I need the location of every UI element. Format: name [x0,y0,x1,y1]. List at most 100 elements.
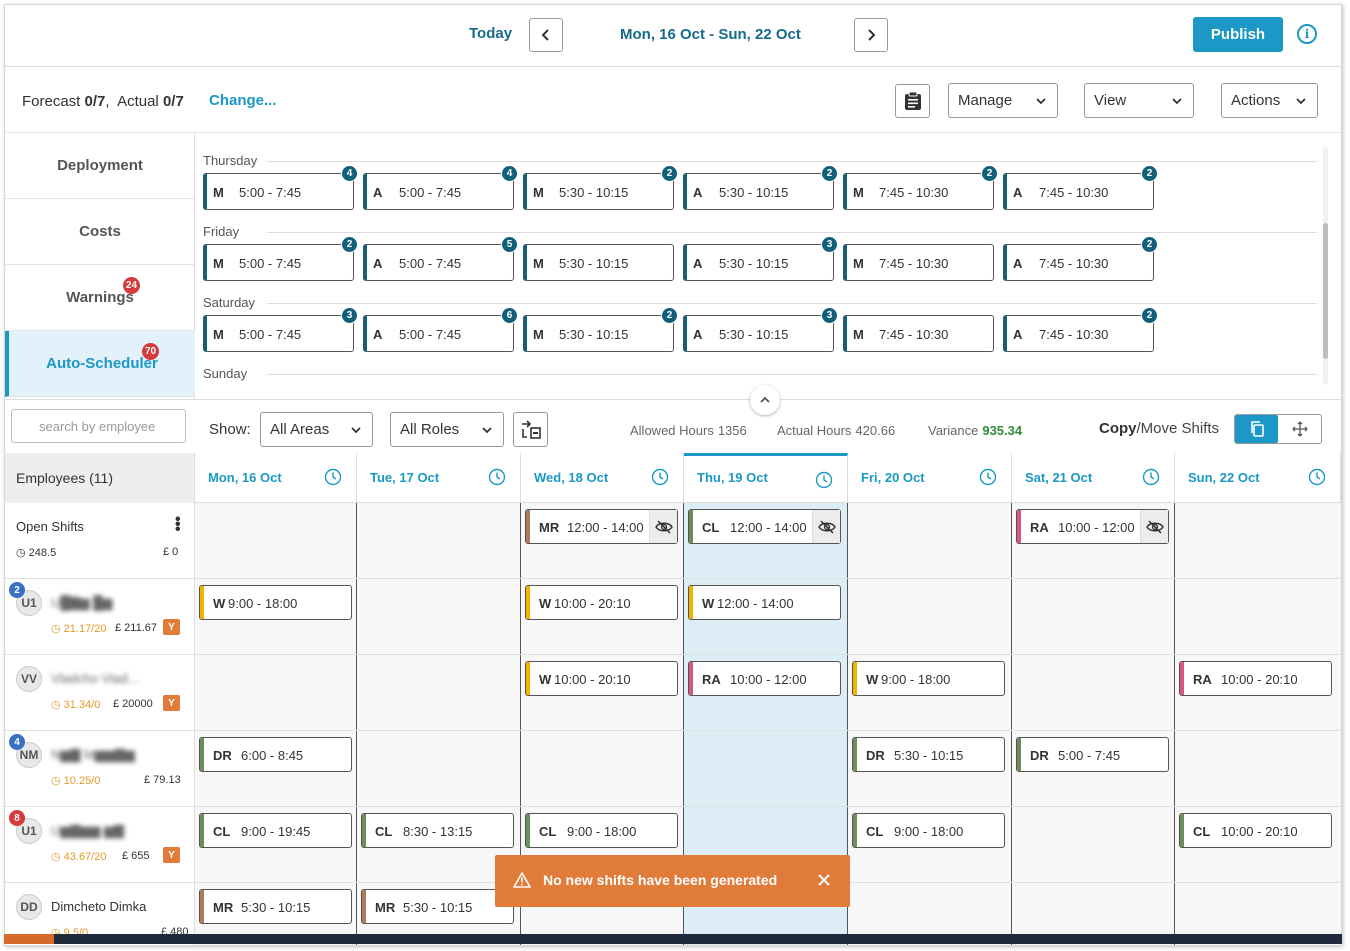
clock-icon[interactable] [488,468,506,486]
eye-off-icon[interactable] [1140,510,1168,543]
scheduler-day-divider [267,374,1317,375]
today-button[interactable]: Today [469,25,512,42]
demand-slot[interactable]: A 7:45 - 10:30 2 [1003,236,1158,281]
demand-slot[interactable]: M 5:00 - 7:45 2 [203,236,358,281]
actions-dropdown[interactable]: Actions [1221,83,1318,118]
employee-hours: ◷ 43.67/20 [51,850,106,863]
shift-card[interactable]: MR 5:30 - 10:15 [199,889,352,924]
day-header[interactable]: Sun, 22 Oct [1175,453,1341,503]
panel-scrollbar[interactable] [1323,147,1328,385]
shift-card[interactable]: W 9:00 - 18:00 [199,585,352,620]
nav-warnings[interactable]: Warnings 24 [5,265,195,331]
slot-role: A [693,185,703,200]
shift-card[interactable]: CL 9:00 - 19:45 [199,813,352,848]
swap-layout-icon [522,419,541,439]
shift-card[interactable]: RA 10:00 - 12:00 [1016,509,1169,544]
shift-card[interactable]: CL 12:00 - 14:00 [688,509,841,544]
clock-icon[interactable] [1308,468,1326,486]
clock-icon[interactable] [651,468,669,486]
employee-row[interactable]: VV Vladcho Vlad... ◷ 31.34/0 Y £ 20000 [5,655,195,731]
areas-select[interactable]: All Areas [260,412,373,447]
day-header[interactable]: Wed, 18 Oct [521,453,684,503]
shift-code: MR [539,520,560,535]
more-options-icon[interactable]: • • • [175,512,181,538]
demand-slot[interactable]: A 5:30 - 10:15 3 [683,236,838,281]
collapse-panel-button[interactable] [750,385,780,415]
demand-slot[interactable]: A 5:00 - 7:45 4 [363,165,518,210]
nav-deployment[interactable]: Deployment [5,133,195,199]
change-link[interactable]: Change... [209,92,277,109]
day-header[interactable]: Mon, 16 Oct [195,453,357,503]
clock-icon[interactable] [1142,468,1160,486]
forecast-value: 0/7 [84,93,106,110]
search-input[interactable]: search by employee [11,409,186,443]
hours-value: 10.25/0 [63,775,101,787]
shift-card[interactable]: MR 12:00 - 14:00 [525,509,678,544]
demand-slot[interactable]: M 5:30 - 10:15 [523,244,674,281]
demand-slot[interactable]: A 5:00 - 7:45 5 [363,236,518,281]
copy-move-toggle[interactable] [1234,414,1322,444]
shift-time: 12:00 - 14:00 [717,596,794,611]
demand-slot[interactable]: M 7:45 - 10:30 [843,244,994,281]
manage-dropdown[interactable]: Manage [948,83,1058,118]
demand-slot[interactable]: M 5:00 - 7:45 4 [203,165,358,210]
slot-time: 5:30 - 10:15 [719,256,789,271]
copy-mode-button[interactable] [1235,415,1278,443]
day-header[interactable]: Thu, 19 Oct [684,453,848,503]
demand-slot[interactable]: M 7:45 - 10:30 [843,315,994,352]
prev-week-button[interactable] [529,18,563,52]
employee-row[interactable]: U1 2 U█▇▆ █▆ ◷ 21.17/20 Y £ 211.67 [5,579,195,655]
shift-card[interactable]: DR 5:30 - 10:15 [852,737,1005,772]
shift-card[interactable]: CL 9:00 - 18:00 [852,813,1005,848]
clipboard-button[interactable] [895,84,930,118]
shift-card[interactable]: W 10:00 - 20:10 [525,661,678,696]
demand-slot[interactable]: M 5:30 - 10:15 2 [523,165,678,210]
clipboard-icon [904,91,921,110]
close-icon[interactable] [817,873,831,887]
nav-auto-scheduler[interactable]: Auto-Scheduler 70 [5,331,195,397]
shift-card[interactable]: CL 8:30 - 13:15 [361,813,514,848]
demand-slot[interactable]: M 7:45 - 10:30 2 [843,165,998,210]
shift-card[interactable]: DR 6:00 - 8:45 [199,737,352,772]
day-header[interactable]: Fri, 20 Oct [848,453,1012,503]
demand-slot[interactable]: M 5:30 - 10:15 2 [523,307,678,352]
shift-card[interactable]: CL 10:00 - 20:10 [1179,813,1332,848]
slot-count-badge: 4 [501,165,518,182]
eye-off-icon[interactable] [649,510,677,543]
shift-card[interactable]: RA 10:00 - 12:00 [688,661,841,696]
day-header[interactable]: Tue, 17 Oct [357,453,521,503]
shift-card[interactable]: DR 5:00 - 7:45 [1016,737,1169,772]
move-mode-button[interactable] [1278,415,1321,443]
shift-card[interactable]: MR 5:30 - 10:15 [361,889,514,924]
eye-off-icon[interactable] [812,510,840,543]
employee-row[interactable]: U1 8 U▆▇▆▆ ▆▇ ◷ 43.67/20 Y £ 655 [5,807,195,883]
demand-slot[interactable]: M 5:00 - 7:45 3 [203,307,358,352]
demand-slot[interactable]: A 5:30 - 10:15 2 [683,165,838,210]
slot-count-badge: 2 [661,307,678,324]
shift-card[interactable]: CL 9:00 - 18:00 [525,813,678,848]
info-icon[interactable]: i [1297,24,1317,44]
day-header[interactable]: Sat, 21 Oct [1012,453,1175,503]
actual-hours-value: 420.66 [855,423,896,438]
next-week-button[interactable] [854,18,888,52]
shift-card[interactable]: W 10:00 - 20:10 [525,585,678,620]
clock-icon[interactable] [324,468,342,486]
shift-card[interactable]: W 12:00 - 14:00 [688,585,841,620]
shift-card[interactable]: RA 10:00 - 20:10 [1179,661,1332,696]
open-shifts-row[interactable]: Open Shifts • • • ◷ 248.5 £ 0 [5,503,195,579]
demand-slot[interactable]: A 7:45 - 10:30 2 [1003,307,1158,352]
roles-select[interactable]: All Roles [390,412,504,447]
demand-slot[interactable]: A 7:45 - 10:30 2 [1003,165,1158,210]
shift-card[interactable]: W 9:00 - 18:00 [852,661,1005,696]
nav-costs[interactable]: Costs [5,199,195,265]
demand-slot[interactable]: A 5:00 - 7:45 6 [363,307,518,352]
clock-icon[interactable] [815,471,833,489]
publish-button[interactable]: Publish [1193,17,1283,52]
clock-icon[interactable] [979,468,997,486]
apply-filter-button[interactable] [513,412,548,447]
scrollbar-thumb[interactable] [1323,223,1328,359]
view-dropdown[interactable]: View [1084,83,1194,118]
employee-row[interactable]: NM 4 N▆▇ M▆▆▇▆ ◷ 10.25/0 £ 79.13 [5,731,195,807]
demand-slot[interactable]: A 5:30 - 10:15 3 [683,307,838,352]
slot-role: M [533,256,544,271]
